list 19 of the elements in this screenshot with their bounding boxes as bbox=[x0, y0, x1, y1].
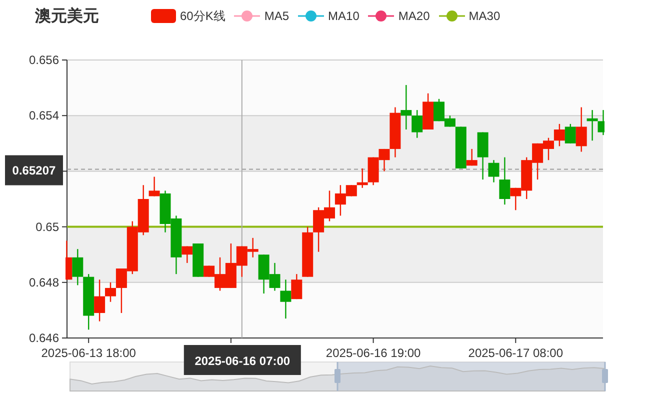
y-axis-label: 0.654 bbox=[28, 108, 59, 123]
zoom-handle[interactable] bbox=[334, 362, 340, 391]
y-axis-label: 0.646 bbox=[28, 331, 59, 345]
x-axis-label: 2025-06-13 18:00 bbox=[41, 346, 136, 360]
ref-line-label: 0.65207 bbox=[12, 163, 56, 178]
chart-title: 澳元美元 bbox=[35, 6, 100, 26]
x-axis-label: 2025-06-17 08:00 bbox=[468, 346, 564, 360]
y-axis-label: 0.65 bbox=[36, 220, 59, 234]
legend-item[interactable]: MA5 bbox=[234, 9, 290, 23]
legend-item[interactable]: MA20 bbox=[368, 9, 430, 23]
time-pointer-label: 2025-06-16 07:00 bbox=[184, 345, 301, 375]
legend-item[interactable]: MA10 bbox=[298, 9, 360, 23]
zoom-handle[interactable] bbox=[602, 362, 608, 391]
y-axis-label: 0.648 bbox=[28, 275, 59, 290]
legend-item[interactable]: MA30 bbox=[438, 9, 500, 23]
x-axis-label: 2025-06-16 19:00 bbox=[326, 346, 421, 360]
legend-item[interactable]: 60分K线 bbox=[151, 8, 226, 24]
y-axis-label: 0.656 bbox=[28, 53, 59, 67]
price-pointer-label: 0.65207 bbox=[5, 155, 63, 186]
